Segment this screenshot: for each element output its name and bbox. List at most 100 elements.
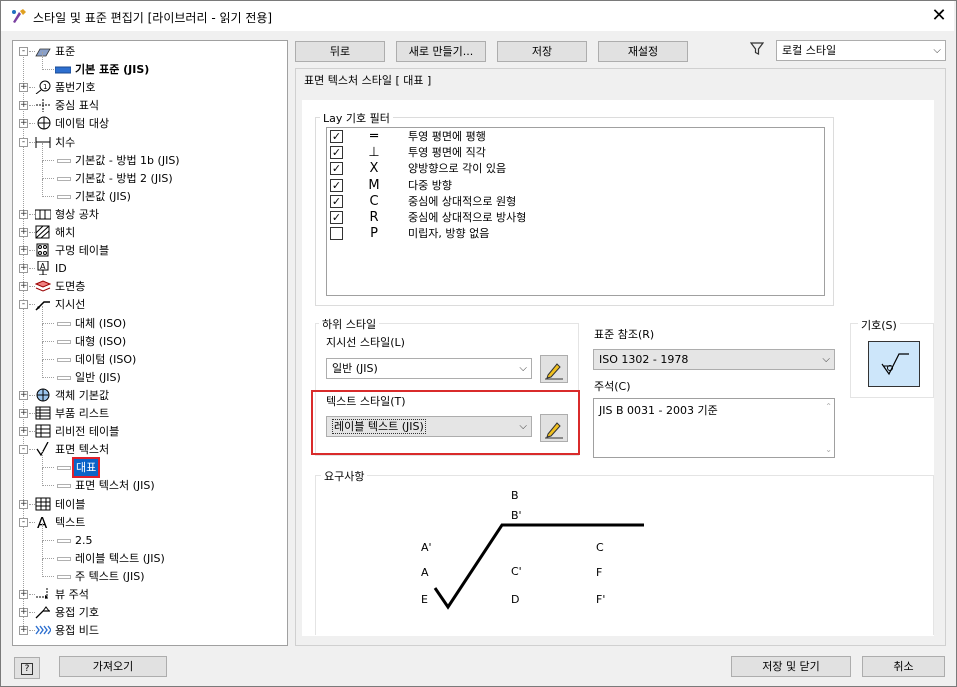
lay-checkbox[interactable]: ✓ <box>330 211 343 224</box>
tree-item-label: 형상 공차 <box>55 207 99 221</box>
scroll-up-icon[interactable]: ⌃ <box>825 402 832 411</box>
expand-icon[interactable]: + <box>19 282 28 292</box>
tree-category[interactable]: +1 품번기호 <box>13 79 283 96</box>
collapse-icon[interactable]: - <box>19 47 28 56</box>
edit-text-style-button[interactable] <box>540 414 568 442</box>
svg-text:1: 1 <box>43 83 47 91</box>
lay-label: 중심에 상대적으로 원형 <box>408 194 517 208</box>
lay-checkbox[interactable]: ✓ <box>330 146 343 160</box>
scroll-down-icon[interactable]: ⌄ <box>825 445 832 454</box>
tree-category[interactable]: - A 텍스트 <box>13 514 283 531</box>
lay-checkbox[interactable]: ✓ <box>330 194 343 208</box>
tree-item-label: ID <box>55 262 67 276</box>
import-button[interactable]: 가져오기 <box>59 656 167 677</box>
req-label-f-prime: F' <box>596 593 606 606</box>
tree-category[interactable]: + 해치 <box>13 224 283 241</box>
tree-connector <box>42 540 43 559</box>
tree-category[interactable]: + 테이블 <box>13 496 283 513</box>
collapse-icon[interactable]: - <box>19 517 28 527</box>
table-icon <box>35 497 51 510</box>
tree-category[interactable]: + 구멍 테이블 <box>13 242 283 259</box>
lay-checkbox[interactable]: ✓ <box>330 162 343 176</box>
tree-category[interactable]: + 부품 리스트 <box>13 405 283 422</box>
style-filter-select[interactable]: 로컬 스타일 ⌵ <box>776 40 946 61</box>
tree-item-label: 표준 <box>55 45 76 58</box>
expand-icon[interactable]: + <box>19 209 28 219</box>
tree-item-label: 주 텍스트 (JIS) <box>75 569 145 583</box>
expand-icon[interactable]: + <box>19 390 28 400</box>
tree-connector <box>42 52 43 71</box>
collapse-icon[interactable]: - <box>19 137 28 147</box>
tree-category[interactable]: + 용접 기호 <box>13 604 283 621</box>
expand-icon[interactable]: + <box>19 427 28 437</box>
tree-style-item[interactable]: 기본 표준 (JIS) <box>13 52 283 78</box>
tree-style-item[interactable]: 일반 (JIS) <box>13 359 283 386</box>
new-button[interactable]: 새로 만들기... <box>396 41 486 62</box>
tree-style-item[interactable]: 대표 <box>13 450 283 479</box>
tree-category[interactable]: + 리비전 테이블 <box>13 423 283 440</box>
tree-category[interactable]: - 치수 <box>13 134 283 151</box>
tree-category[interactable]: + A ID <box>13 260 283 277</box>
save-button[interactable]: 저장 <box>497 41 587 62</box>
tree-item-label: 레이블 텍스트 (JIS) <box>75 551 165 565</box>
expand-icon[interactable]: + <box>19 119 28 129</box>
tree-connector <box>42 323 43 342</box>
collapse-icon[interactable]: - <box>19 445 28 455</box>
expand-icon[interactable]: + <box>19 499 28 509</box>
lay-filter-list[interactable]: ✓ ═ 투영 평면에 평행 ✓ ⊥ 투영 평면에 직각 ✓ X 양방향으로 각이 있음 ✓ M 다중 … <box>326 127 825 296</box>
tree-item-label: 도면층 <box>55 280 86 294</box>
edit-leader-style-button[interactable] <box>540 355 568 383</box>
tree-style-item[interactable]: 대형 (ISO) <box>13 323 283 350</box>
lay-label: 중심에 상대적으로 방사형 <box>408 211 527 224</box>
expand-icon[interactable]: + <box>19 228 28 237</box>
expand-icon[interactable]: + <box>19 83 28 93</box>
symbol-button[interactable] <box>868 341 920 387</box>
chevron-down-icon: ⌵ <box>933 45 941 56</box>
tree-category[interactable]: + 도면층 <box>13 278 283 295</box>
expand-icon[interactable]: + <box>19 101 28 111</box>
revision-table-icon <box>35 424 51 438</box>
tree-category[interactable]: + 형상 공차 <box>13 206 283 223</box>
tree-style-item[interactable]: 주 텍스트 (JIS) <box>13 558 283 585</box>
tree-style-item[interactable]: 표면 텍스처 (JIS) <box>13 468 283 494</box>
cancel-button[interactable]: 취소 <box>862 656 945 677</box>
tree-category[interactable]: + 객체 기본값 <box>13 387 283 404</box>
expand-icon[interactable]: + <box>19 590 28 599</box>
help-button[interactable]: ? <box>14 657 40 679</box>
back-button[interactable]: 뒤로 <box>295 41 385 62</box>
tree-category[interactable]: + 중심 표식 <box>13 97 283 114</box>
close-button[interactable]: ✕ <box>925 3 953 29</box>
leader-style-select[interactable]: 일반 (JIS) ⌵ <box>326 358 532 379</box>
lay-checkbox[interactable]: ✓ <box>330 130 343 143</box>
save-and-close-button[interactable]: 저장 및 닫기 <box>731 656 851 677</box>
tree-style-item[interactable]: 기본값 - 방법 2 (JIS) <box>13 160 283 187</box>
tree-style-item[interactable]: 기본값 (JIS) <box>13 178 283 205</box>
style-tree[interactable]: - 표준 기본 표준 (JIS) +1 품번기호 + 중심 표식 + 데이텀 대상 - 치수 기본값 … <box>12 40 288 646</box>
expand-icon[interactable]: + <box>19 626 28 636</box>
collapse-icon[interactable]: - <box>19 300 28 310</box>
tree-style-item[interactable]: 데이텀 (ISO) <box>13 341 283 368</box>
expand-icon[interactable]: + <box>19 608 28 618</box>
reset-button[interactable]: 재설정 <box>598 41 688 62</box>
text-style-select[interactable]: 레이블 텍스트 (JIS) ⌵ <box>326 416 532 437</box>
comment-textarea[interactable]: JIS B 0031 - 2003 기준 ⌃ ⌄ <box>593 398 835 458</box>
tree-style-item[interactable]: 2.5 <box>13 522 283 549</box>
expand-icon[interactable]: + <box>19 264 28 274</box>
tree-category[interactable]: + 데이텀 대상 <box>13 115 283 132</box>
tree-item-label: 테이블 <box>55 497 86 511</box>
expand-icon[interactable]: + <box>19 246 28 256</box>
tree-category[interactable]: + 용접 비드 <box>13 622 283 639</box>
tree-category[interactable]: - 지시선 <box>13 296 283 313</box>
tree-style-item[interactable]: 레이블 텍스트 (JIS) <box>13 540 283 567</box>
tree-style-item[interactable]: 기본값 - 방법 1b (JIS) <box>13 142 283 169</box>
surface-texture-icon <box>36 442 49 457</box>
tree-category[interactable]: - 표면 텍스처 <box>13 441 283 458</box>
tree-category[interactable]: + 뷰 주석 <box>13 586 283 603</box>
tree-category[interactable]: - 표준 <box>13 43 283 60</box>
lay-checkbox[interactable] <box>330 227 343 241</box>
lay-checkbox[interactable]: ✓ <box>330 178 343 192</box>
expand-icon[interactable]: + <box>19 409 28 418</box>
standard-ref-select[interactable]: ISO 1302 - 1978 ⌵ <box>593 349 835 370</box>
tree-style-item[interactable]: 대체 (ISO) <box>13 305 283 332</box>
chevron-down-icon: ⌵ <box>519 421 527 432</box>
